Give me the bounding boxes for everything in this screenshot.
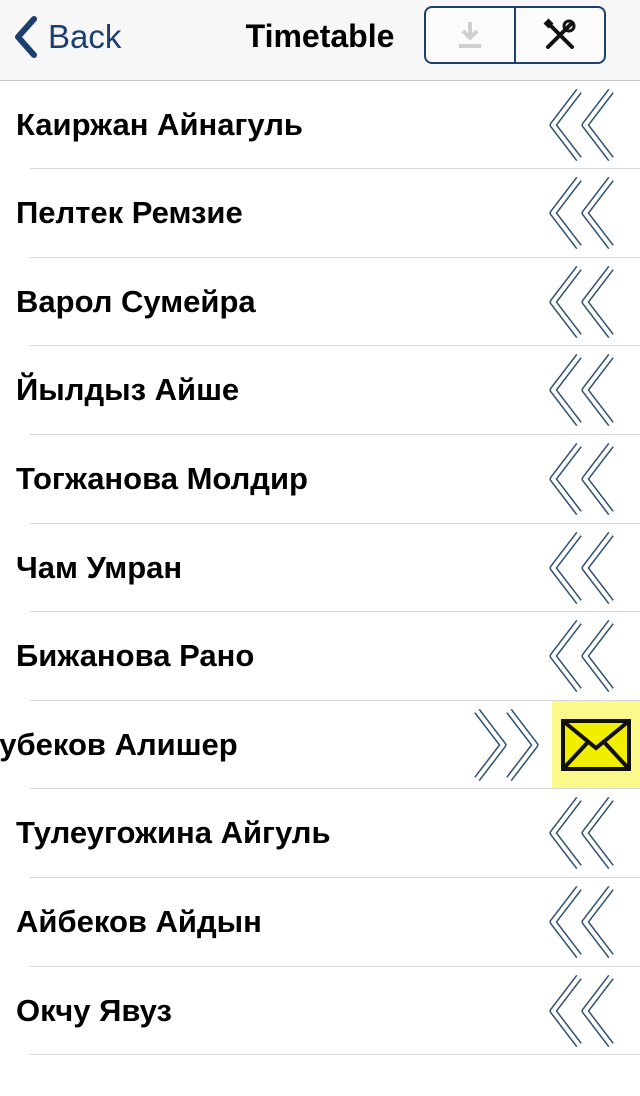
- row-divider: [30, 1054, 640, 1056]
- swipe-handle[interactable]: [549, 885, 619, 963]
- swipe-left-chevron-icon: [549, 354, 614, 427]
- list-item-name: Йылдыз Айше: [16, 372, 240, 408]
- swipe-handle[interactable]: [549, 531, 619, 609]
- swipe-handle[interactable]: [549, 354, 619, 431]
- list-item-name: Айбеков Айдын: [16, 903, 262, 939]
- list-item-name: Каиржан Айнагуль: [16, 106, 303, 142]
- list-item[interactable]: Тогжанова Молдир: [0, 435, 640, 524]
- list-item[interactable]: Каиржан Айнагуль: [0, 81, 640, 170]
- swipe-left-chevron-icon: [549, 974, 614, 1047]
- tools-button[interactable]: [514, 8, 604, 62]
- list-item-name: Бижанова Рано: [16, 638, 255, 674]
- swipe-left-chevron-icon: [549, 797, 614, 870]
- tools-icon: [543, 18, 576, 49]
- toolbar-segmented-control: [424, 6, 606, 64]
- list-item[interactable]: аубеков Алишер: [0, 700, 640, 790]
- navigation-bar: Back Timetable: [0, 0, 640, 81]
- list-item[interactable]: Чам Умран: [0, 524, 640, 613]
- swipe-left-chevron-icon: [549, 88, 614, 161]
- list-item-name: Пелтек Ремзие: [16, 195, 243, 231]
- send-message-button[interactable]: [552, 700, 640, 789]
- list-item[interactable]: Йылдыз Айше: [0, 346, 640, 435]
- swipe-left-chevron-icon: [549, 885, 614, 959]
- swipe-left-chevron-icon: [549, 620, 614, 693]
- timetable-list: Байбекова ЖанарКаиржан АйнагульПелтек Ре…: [0, 0, 640, 1056]
- list-item-name: Тогжанова Молдир: [16, 460, 308, 496]
- swipe-left-chevron-icon: [549, 177, 614, 250]
- swipe-handle[interactable]: [549, 88, 619, 166]
- chevron-left-icon: [15, 16, 37, 58]
- swipe-handle[interactable]: [471, 708, 541, 786]
- swipe-left-chevron-icon: [549, 265, 614, 338]
- list-item-name: Чам Умран: [16, 549, 183, 585]
- list-item-name: Окчу Явуз: [16, 992, 172, 1028]
- swipe-handle[interactable]: [549, 974, 619, 1052]
- swipe-left-chevron-icon: [549, 442, 614, 516]
- list-item[interactable]: Окчу Явуз: [0, 967, 640, 1056]
- swipe-left-chevron-icon: [549, 531, 614, 604]
- list-item-name: аубеков Алишер: [0, 726, 238, 762]
- list-item[interactable]: Бижанова Рано: [0, 612, 640, 701]
- download-button[interactable]: [426, 8, 514, 62]
- list-item[interactable]: Тулеугожина Айгуль: [0, 789, 640, 878]
- swipe-handle[interactable]: [549, 620, 619, 697]
- swipe-handle[interactable]: [549, 177, 619, 254]
- list-item-name: Варол Сумейра: [16, 283, 256, 319]
- back-button[interactable]: Back: [14, 14, 121, 60]
- list-item[interactable]: Варол Сумейра: [0, 258, 640, 347]
- list-item-name: Тулеугожина Айгуль: [16, 815, 331, 851]
- swipe-handle[interactable]: [549, 265, 619, 343]
- list-item[interactable]: Айбеков Айдын: [0, 878, 640, 967]
- download-icon: [459, 22, 481, 48]
- back-label: Back: [48, 18, 122, 55]
- swipe-handle[interactable]: [549, 442, 619, 520]
- swipe-right-chevron-icon: [474, 708, 539, 781]
- envelope-icon: [561, 718, 631, 771]
- swipe-handle[interactable]: [549, 797, 619, 874]
- list-item[interactable]: Пелтек Ремзие: [0, 169, 640, 258]
